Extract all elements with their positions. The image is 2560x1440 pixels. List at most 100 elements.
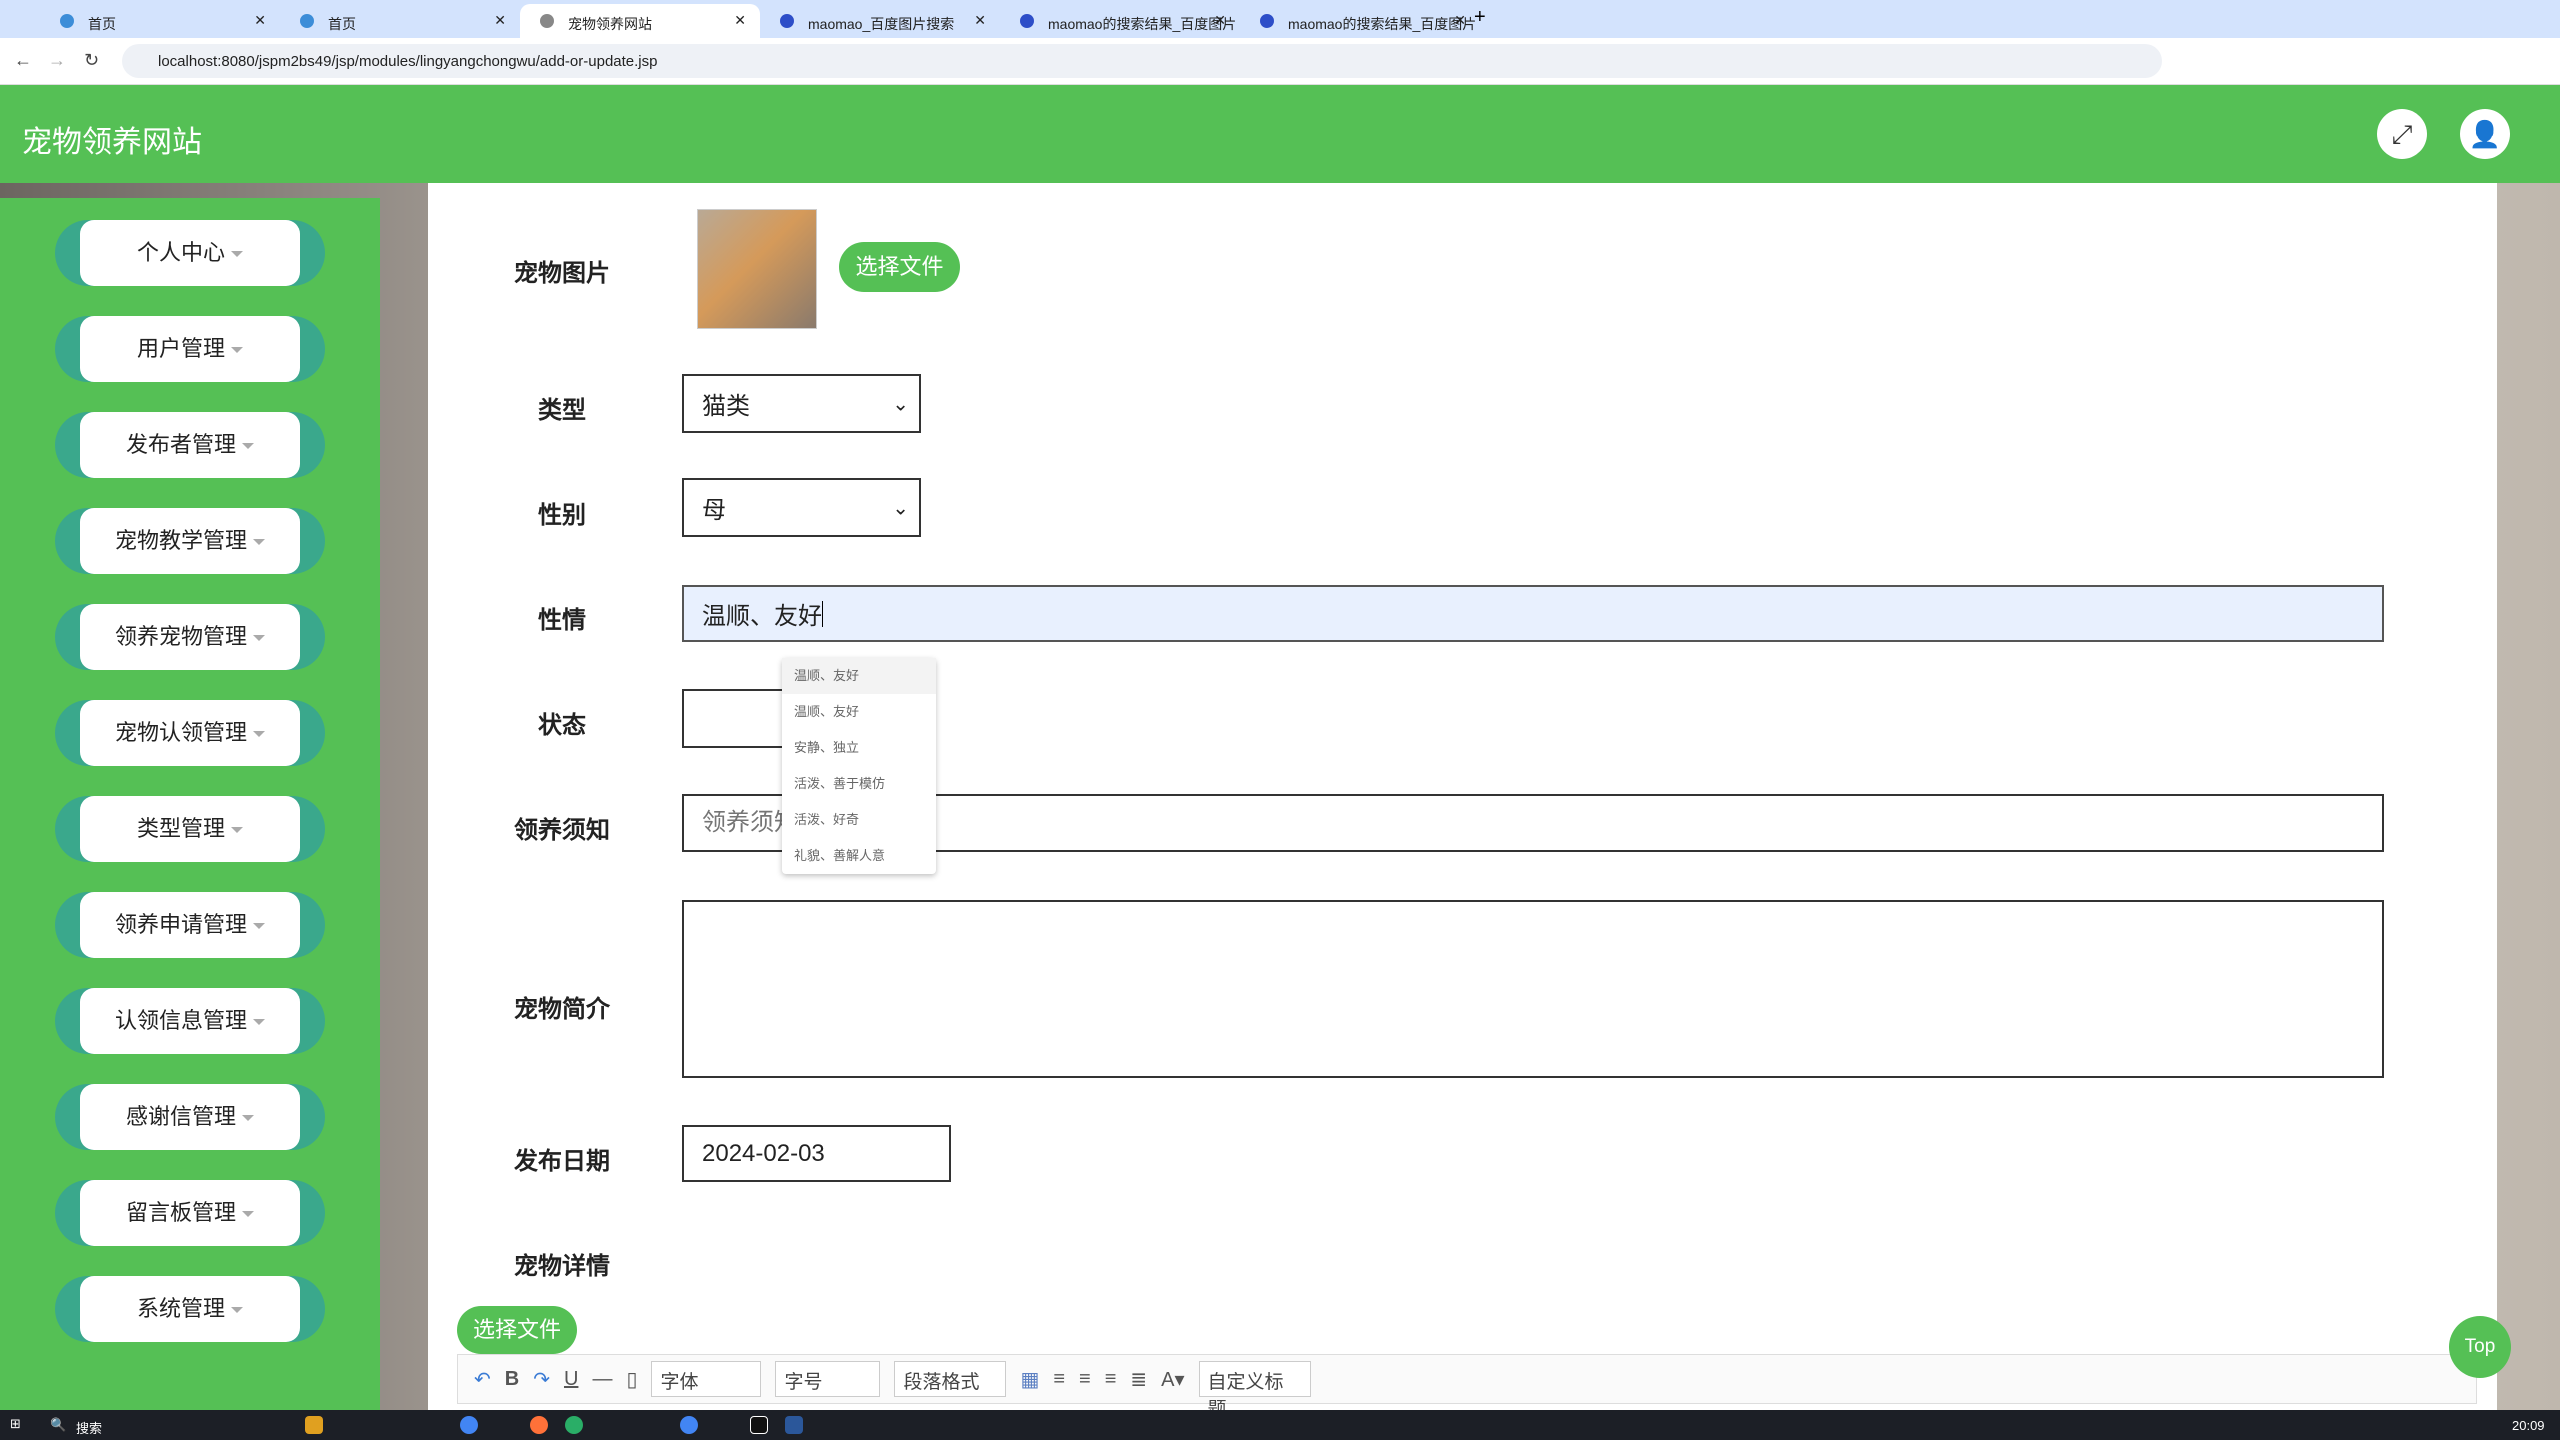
taskbar-search[interactable]: 搜索 bbox=[76, 1418, 102, 1437]
font-family-select[interactable]: 字体 bbox=[651, 1361, 762, 1397]
align-center-icon[interactable]: ≡ bbox=[1105, 1368, 1117, 1391]
sidebar-item-label: 留言板管理 bbox=[125, 1200, 236, 1225]
caret-down-icon bbox=[253, 1019, 265, 1026]
sidebar-item-label: 宠物教学管理 bbox=[114, 528, 247, 553]
taskbar: ⊞ 🔍 搜索 20:09 bbox=[0, 1410, 2560, 1440]
wechat-icon[interactable] bbox=[565, 1416, 583, 1434]
justify-icon[interactable]: ≣ bbox=[1130, 1367, 1147, 1392]
back-to-top-button[interactable]: Top bbox=[2449, 1316, 2511, 1378]
date-value: 2024-02-03 bbox=[702, 1139, 825, 1167]
chrome-icon[interactable] bbox=[460, 1416, 478, 1434]
font-size-select[interactable]: 字号 bbox=[775, 1361, 881, 1397]
sidebar-item[interactable]: 领养申请管理 bbox=[55, 892, 325, 958]
tab-baidu-2[interactable]: maomao的搜索结果_百度图片 ✕ bbox=[1000, 4, 1240, 38]
tab-home-1[interactable]: 首页 ✕ bbox=[40, 4, 280, 38]
tab-bar: 首页 ✕ 首页 ✕ 宠物领养网站 ✕ maomao_百度图片搜索 ✕ maomao的搜索… bbox=[0, 0, 2560, 38]
close-icon[interactable]: ✕ bbox=[734, 12, 746, 29]
site-header: 宠物领养网站 ⤢ 👤 bbox=[0, 85, 2560, 183]
autocomplete-option[interactable]: 礼貌、善解人意 bbox=[782, 838, 936, 874]
tab-baidu-3[interactable]: maomao的搜索结果_百度图片 ✕ bbox=[1240, 4, 1480, 38]
sidebar-item[interactable]: 认领信息管理 bbox=[55, 988, 325, 1054]
paragraph-format-select[interactable]: 段落格式 bbox=[894, 1361, 1007, 1397]
autocomplete-option[interactable]: 活泼、好奇 bbox=[782, 802, 936, 838]
file-explorer-icon[interactable] bbox=[305, 1416, 323, 1434]
tab-favicon-icon bbox=[540, 14, 554, 28]
sidebar-item-label: 领养申请管理 bbox=[114, 912, 247, 937]
sidebar-item-inner: 用户管理 bbox=[80, 316, 300, 382]
autocomplete-option[interactable]: 活泼、善于模仿 bbox=[782, 766, 936, 802]
back-icon[interactable]: ← bbox=[14, 50, 32, 71]
font-color-icon[interactable]: A▾ bbox=[1161, 1367, 1184, 1392]
temper-input[interactable]: 温顺、友好 bbox=[682, 585, 2384, 642]
notice-input[interactable] bbox=[682, 794, 2384, 852]
close-icon[interactable]: ✕ bbox=[1454, 12, 1466, 29]
tab-label: maomao_百度图片搜索 bbox=[808, 16, 955, 32]
close-icon[interactable]: ✕ bbox=[494, 12, 506, 29]
search-icon[interactable]: 🔍 bbox=[50, 1417, 66, 1433]
sidebar-item-inner: 发布者管理 bbox=[80, 412, 300, 478]
sidebar-item-inner: 系统管理 bbox=[80, 1276, 300, 1342]
align-left-icon[interactable]: ≡ bbox=[1053, 1368, 1065, 1391]
type-select[interactable]: 猫类 ⌄ bbox=[682, 374, 921, 433]
page-icon[interactable]: ▯ bbox=[626, 1367, 637, 1392]
sidebar-item[interactable]: 类型管理 bbox=[55, 796, 325, 862]
autocomplete-dropdown: 温顺、友好 温顺、友好 安静、独立 活泼、善于模仿 活泼、好奇 礼貌、善解人意 bbox=[782, 658, 936, 874]
horizontal-rule-icon[interactable]: — bbox=[592, 1368, 612, 1391]
sidebar-item[interactable]: 留言板管理 bbox=[55, 1180, 325, 1246]
table-icon[interactable]: ▦ bbox=[1020, 1367, 1039, 1392]
caret-down-icon bbox=[231, 827, 243, 834]
autocomplete-option[interactable]: 安静、独立 bbox=[782, 730, 936, 766]
intellij-icon[interactable] bbox=[750, 1416, 768, 1434]
caret-down-icon bbox=[231, 251, 243, 258]
close-icon[interactable]: ✕ bbox=[974, 12, 986, 29]
close-icon[interactable]: ✕ bbox=[1214, 12, 1226, 29]
sidebar-item-inner: 类型管理 bbox=[80, 796, 300, 862]
sidebar-item[interactable]: 发布者管理 bbox=[55, 412, 325, 478]
sidebar-item[interactable]: 系统管理 bbox=[55, 1276, 325, 1342]
date-input[interactable]: 2024-02-03 bbox=[682, 1125, 951, 1182]
bold-icon[interactable]: B bbox=[505, 1368, 519, 1391]
sidebar-item[interactable]: 用户管理 bbox=[55, 316, 325, 382]
text-cursor bbox=[822, 600, 823, 627]
user-icon[interactable]: 👤 bbox=[2460, 109, 2510, 159]
tab-home-2[interactable]: 首页 ✕ bbox=[280, 4, 520, 38]
sidebar-item[interactable]: 个人中心 bbox=[55, 220, 325, 286]
temper-value: 温顺、友好 bbox=[702, 603, 822, 630]
underline-icon[interactable]: U bbox=[564, 1368, 578, 1391]
tab-label: 首页 bbox=[328, 16, 356, 32]
align-right-icon[interactable]: ≡ bbox=[1079, 1368, 1091, 1391]
chevron-down-icon: ⌄ bbox=[892, 497, 909, 519]
autocomplete-option[interactable]: 温顺、友好 bbox=[782, 694, 936, 730]
detail-choose-file-button[interactable]: 选择文件 bbox=[457, 1306, 577, 1354]
sidebar-item-label: 感谢信管理 bbox=[125, 1104, 236, 1129]
chrome-active-icon[interactable] bbox=[680, 1416, 698, 1434]
firefox-icon[interactable] bbox=[530, 1416, 548, 1434]
tab-pet-site[interactable]: 宠物领养网站 ✕ bbox=[520, 4, 760, 38]
intro-textarea[interactable] bbox=[682, 900, 2384, 1078]
url-input[interactable]: localhost:8080/jspm2bs49/jsp/modules/lin… bbox=[122, 44, 2162, 78]
autocomplete-option[interactable]: 温顺、友好 bbox=[782, 658, 936, 694]
sidebar-item[interactable]: 宠物认领管理 bbox=[55, 700, 325, 766]
sidebar-item[interactable]: 领养宠物管理 bbox=[55, 604, 325, 670]
word-icon[interactable] bbox=[785, 1416, 803, 1434]
close-icon[interactable]: ✕ bbox=[254, 12, 266, 29]
tab-baidu-1[interactable]: maomao_百度图片搜索 ✕ bbox=[760, 4, 1000, 38]
expand-icon[interactable]: ⤢ bbox=[2377, 109, 2427, 159]
windows-start-icon[interactable]: ⊞ bbox=[10, 1416, 21, 1432]
sidebar-item[interactable]: 感谢信管理 bbox=[55, 1084, 325, 1150]
caret-down-icon bbox=[242, 443, 254, 450]
label-temper: 性情 bbox=[538, 607, 586, 634]
label-date: 发布日期 bbox=[514, 1148, 610, 1175]
type-value: 猫类 bbox=[702, 393, 750, 420]
custom-title-select[interactable]: 自定义标题 bbox=[1198, 1361, 1311, 1420]
undo-icon[interactable]: ↶ bbox=[474, 1367, 491, 1392]
tab-label: 首页 bbox=[88, 16, 116, 32]
choose-file-button[interactable]: 选择文件 bbox=[839, 242, 960, 292]
new-tab-button[interactable]: + bbox=[1474, 6, 1486, 29]
sidebar-item[interactable]: 宠物教学管理 bbox=[55, 508, 325, 574]
redo-icon[interactable]: ↷ bbox=[533, 1367, 550, 1392]
reload-icon[interactable]: ↻ bbox=[84, 50, 99, 71]
gender-select[interactable]: 母 ⌄ bbox=[682, 478, 921, 537]
label-gender: 性别 bbox=[538, 502, 586, 529]
forward-icon[interactable]: → bbox=[48, 50, 66, 71]
